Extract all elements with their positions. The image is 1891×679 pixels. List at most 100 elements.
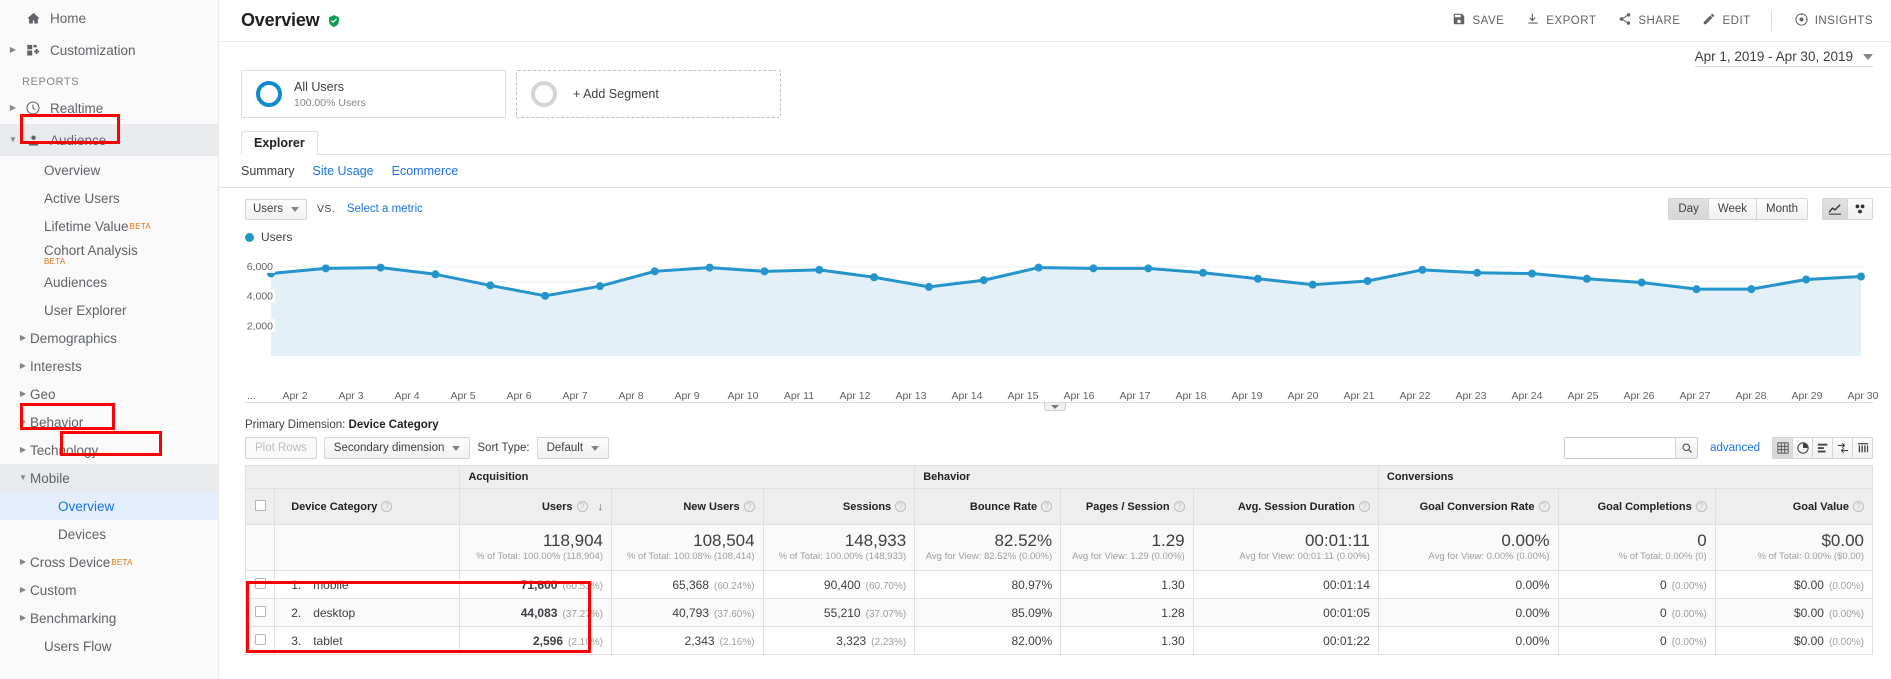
- secondary-dimension-button[interactable]: Secondary dimension: [323, 437, 471, 459]
- sidebar-item-benchmarking[interactable]: ▶ Benchmarking: [0, 604, 218, 632]
- x-tick-label: Apr 22: [1399, 390, 1431, 402]
- row-checkbox[interactable]: [244, 598, 276, 627]
- row-checkbox[interactable]: [244, 570, 276, 599]
- sort-type-select[interactable]: Default: [536, 437, 610, 459]
- row-name[interactable]: tablet: [313, 634, 342, 648]
- table-view-icon[interactable]: [1772, 437, 1793, 459]
- table-row[interactable]: 3. tablet 2,596 (2.19%) 2,343 (2.16%) 3,323…: [244, 626, 1874, 655]
- help-icon[interactable]: ?: [381, 500, 393, 512]
- segment-ring-icon: [531, 81, 557, 107]
- help-icon[interactable]: ?: [1853, 500, 1864, 512]
- metric-select[interactable]: Users: [245, 198, 308, 220]
- share-button[interactable]: SHARE: [1618, 12, 1680, 29]
- subtab-site-usage[interactable]: Site Usage: [312, 164, 373, 178]
- add-segment-button[interactable]: + Add Segment: [516, 70, 781, 118]
- cell-value: 44,083: [520, 605, 558, 620]
- sidebar-item-audience-overview[interactable]: Overview: [0, 156, 218, 184]
- sidebar-item-mobile-overview[interactable]: Overview: [0, 492, 218, 520]
- help-icon[interactable]: ?: [1358, 500, 1370, 512]
- granularity-week-button[interactable]: Week: [1707, 198, 1758, 220]
- cell-goal-value: $0.00 (0.00%): [1714, 626, 1874, 655]
- sidebar-item-active-users[interactable]: Active Users: [0, 184, 218, 212]
- sidebar-item-cohort-analysis[interactable]: Cohort Analysis BETA: [0, 240, 218, 268]
- pivot-view-icon[interactable]: [1852, 437, 1873, 459]
- advanced-link[interactable]: advanced: [1710, 442, 1760, 454]
- column-header-avg-session-duration[interactable]: Avg. Session Duration?: [1192, 488, 1379, 525]
- sidebar-item-behavior[interactable]: ▶ Behavior: [0, 408, 218, 436]
- help-icon[interactable]: ?: [1041, 500, 1053, 512]
- export-button[interactable]: EXPORT: [1526, 12, 1596, 29]
- help-icon[interactable]: ?: [1538, 500, 1550, 512]
- row-checkbox[interactable]: [244, 626, 276, 655]
- column-header-users[interactable]: Users? ↓: [459, 488, 613, 525]
- column-header-bounce-rate[interactable]: Bounce Rate?: [914, 488, 1062, 525]
- summary-value: 0.00%: [1501, 531, 1550, 550]
- plot-rows-button[interactable]: Plot Rows: [245, 437, 317, 459]
- column-header-new-users[interactable]: New Users?: [611, 488, 764, 525]
- sidebar-item-geo[interactable]: ▶ Geo: [0, 380, 218, 408]
- column-header-goal-completions[interactable]: Goal Completions?: [1557, 488, 1716, 525]
- metric-controls: Users VS. Select a metric Day Week Month: [219, 188, 1891, 226]
- row-name[interactable]: desktop: [313, 606, 355, 620]
- date-range-picker[interactable]: Apr 1, 2019 - Apr 30, 2019: [1694, 49, 1873, 67]
- sidebar-item-technology[interactable]: ▶ Technology: [0, 436, 218, 464]
- sidebar-item-customization[interactable]: ▶ Customization: [0, 34, 218, 66]
- help-icon[interactable]: ?: [1173, 500, 1185, 512]
- column-header-pages-session[interactable]: Pages / Session?: [1060, 488, 1194, 525]
- bar-view-icon[interactable]: [1812, 437, 1833, 459]
- column-header-device-category[interactable]: Device Category?: [274, 488, 461, 525]
- sidebar-item-home[interactable]: Home: [0, 2, 218, 34]
- granularity-month-button[interactable]: Month: [1756, 198, 1808, 220]
- scatter-chart-icon[interactable]: [1847, 198, 1873, 220]
- cell-percent: (0.00%): [1828, 636, 1864, 648]
- primary-dimension-value[interactable]: Device Category: [349, 419, 439, 431]
- sidebar-item-audiences[interactable]: Audiences: [0, 268, 218, 296]
- table-group-header-row: Acquisition Behavior Conversions: [244, 465, 1874, 489]
- save-button[interactable]: SAVE: [1452, 12, 1504, 29]
- group-header-blank: [244, 465, 461, 489]
- search-icon[interactable]: [1675, 438, 1698, 458]
- subtab-ecommerce[interactable]: Ecommerce: [392, 164, 459, 178]
- select-all-checkbox[interactable]: [244, 488, 276, 525]
- help-icon[interactable]: ?: [1695, 500, 1707, 512]
- sidebar-item-audience[interactable]: ▼ Audience: [0, 124, 218, 156]
- sidebar-item-demographics[interactable]: ▶ Demographics: [0, 324, 218, 352]
- pie-view-icon[interactable]: [1792, 437, 1813, 459]
- sidebar-item-realtime[interactable]: ▶ Realtime: [0, 92, 218, 124]
- legend-label: Users: [261, 230, 293, 244]
- sidebar-item-user-explorer[interactable]: User Explorer: [0, 296, 218, 324]
- sidebar-item-mobile-devices[interactable]: Devices: [0, 520, 218, 548]
- table-row[interactable]: 1. mobile 71,600 (60.53%) 65,368 (60.24%) 9…: [244, 570, 1874, 599]
- row-name[interactable]: mobile: [313, 578, 348, 592]
- sidebar-item-custom[interactable]: ▶ Custom: [0, 576, 218, 604]
- select-a-metric-link[interactable]: Select a metric: [347, 203, 423, 215]
- subtab-summary[interactable]: Summary: [241, 164, 294, 178]
- granularity-day-button[interactable]: Day: [1668, 198, 1709, 220]
- chart-plot-area[interactable]: 2,000 4,000 6,000: [245, 248, 1865, 358]
- tab-explorer[interactable]: Explorer: [241, 131, 318, 155]
- table-row[interactable]: 2. desktop 44,083 (37.27%) 40,793 (37.60%) …: [244, 598, 1874, 627]
- help-icon[interactable]: ?: [895, 500, 907, 512]
- insights-button[interactable]: INSIGHTS: [1794, 12, 1873, 30]
- help-icon[interactable]: ?: [576, 500, 588, 512]
- sidebar-item-cross-device[interactable]: ▶ Cross Device BETA: [0, 548, 218, 576]
- chart-collapse-handle[interactable]: [1044, 403, 1066, 411]
- sidebar-item-lifetime-value[interactable]: Lifetime Value BETA: [0, 212, 218, 240]
- vs-label: VS.: [317, 203, 335, 215]
- edit-button[interactable]: EDIT: [1702, 12, 1750, 29]
- cell-value: $0.00: [1793, 633, 1824, 648]
- search-input[interactable]: [1565, 438, 1676, 458]
- x-tick-label: Apr 8: [618, 390, 644, 402]
- sidebar-item-mobile[interactable]: ▼ Mobile: [0, 464, 218, 492]
- column-header-goal-value[interactable]: Goal Value?: [1714, 488, 1874, 525]
- column-header-sessions[interactable]: Sessions?: [762, 488, 916, 525]
- comparison-view-icon[interactable]: [1832, 437, 1853, 459]
- sidebar-item-users-flow[interactable]: Users Flow: [0, 632, 218, 660]
- help-icon[interactable]: ?: [743, 500, 755, 512]
- line-chart-icon[interactable]: [1822, 198, 1848, 220]
- sidebar-item-interests[interactable]: ▶ Interests: [0, 352, 218, 380]
- column-header-goal-conversion-rate[interactable]: Goal Conversion Rate?: [1377, 488, 1559, 525]
- save-label: SAVE: [1472, 14, 1505, 27]
- segment-all-users[interactable]: All Users 100.00% Users: [241, 70, 506, 118]
- sidebar-item-label: Realtime: [50, 100, 104, 116]
